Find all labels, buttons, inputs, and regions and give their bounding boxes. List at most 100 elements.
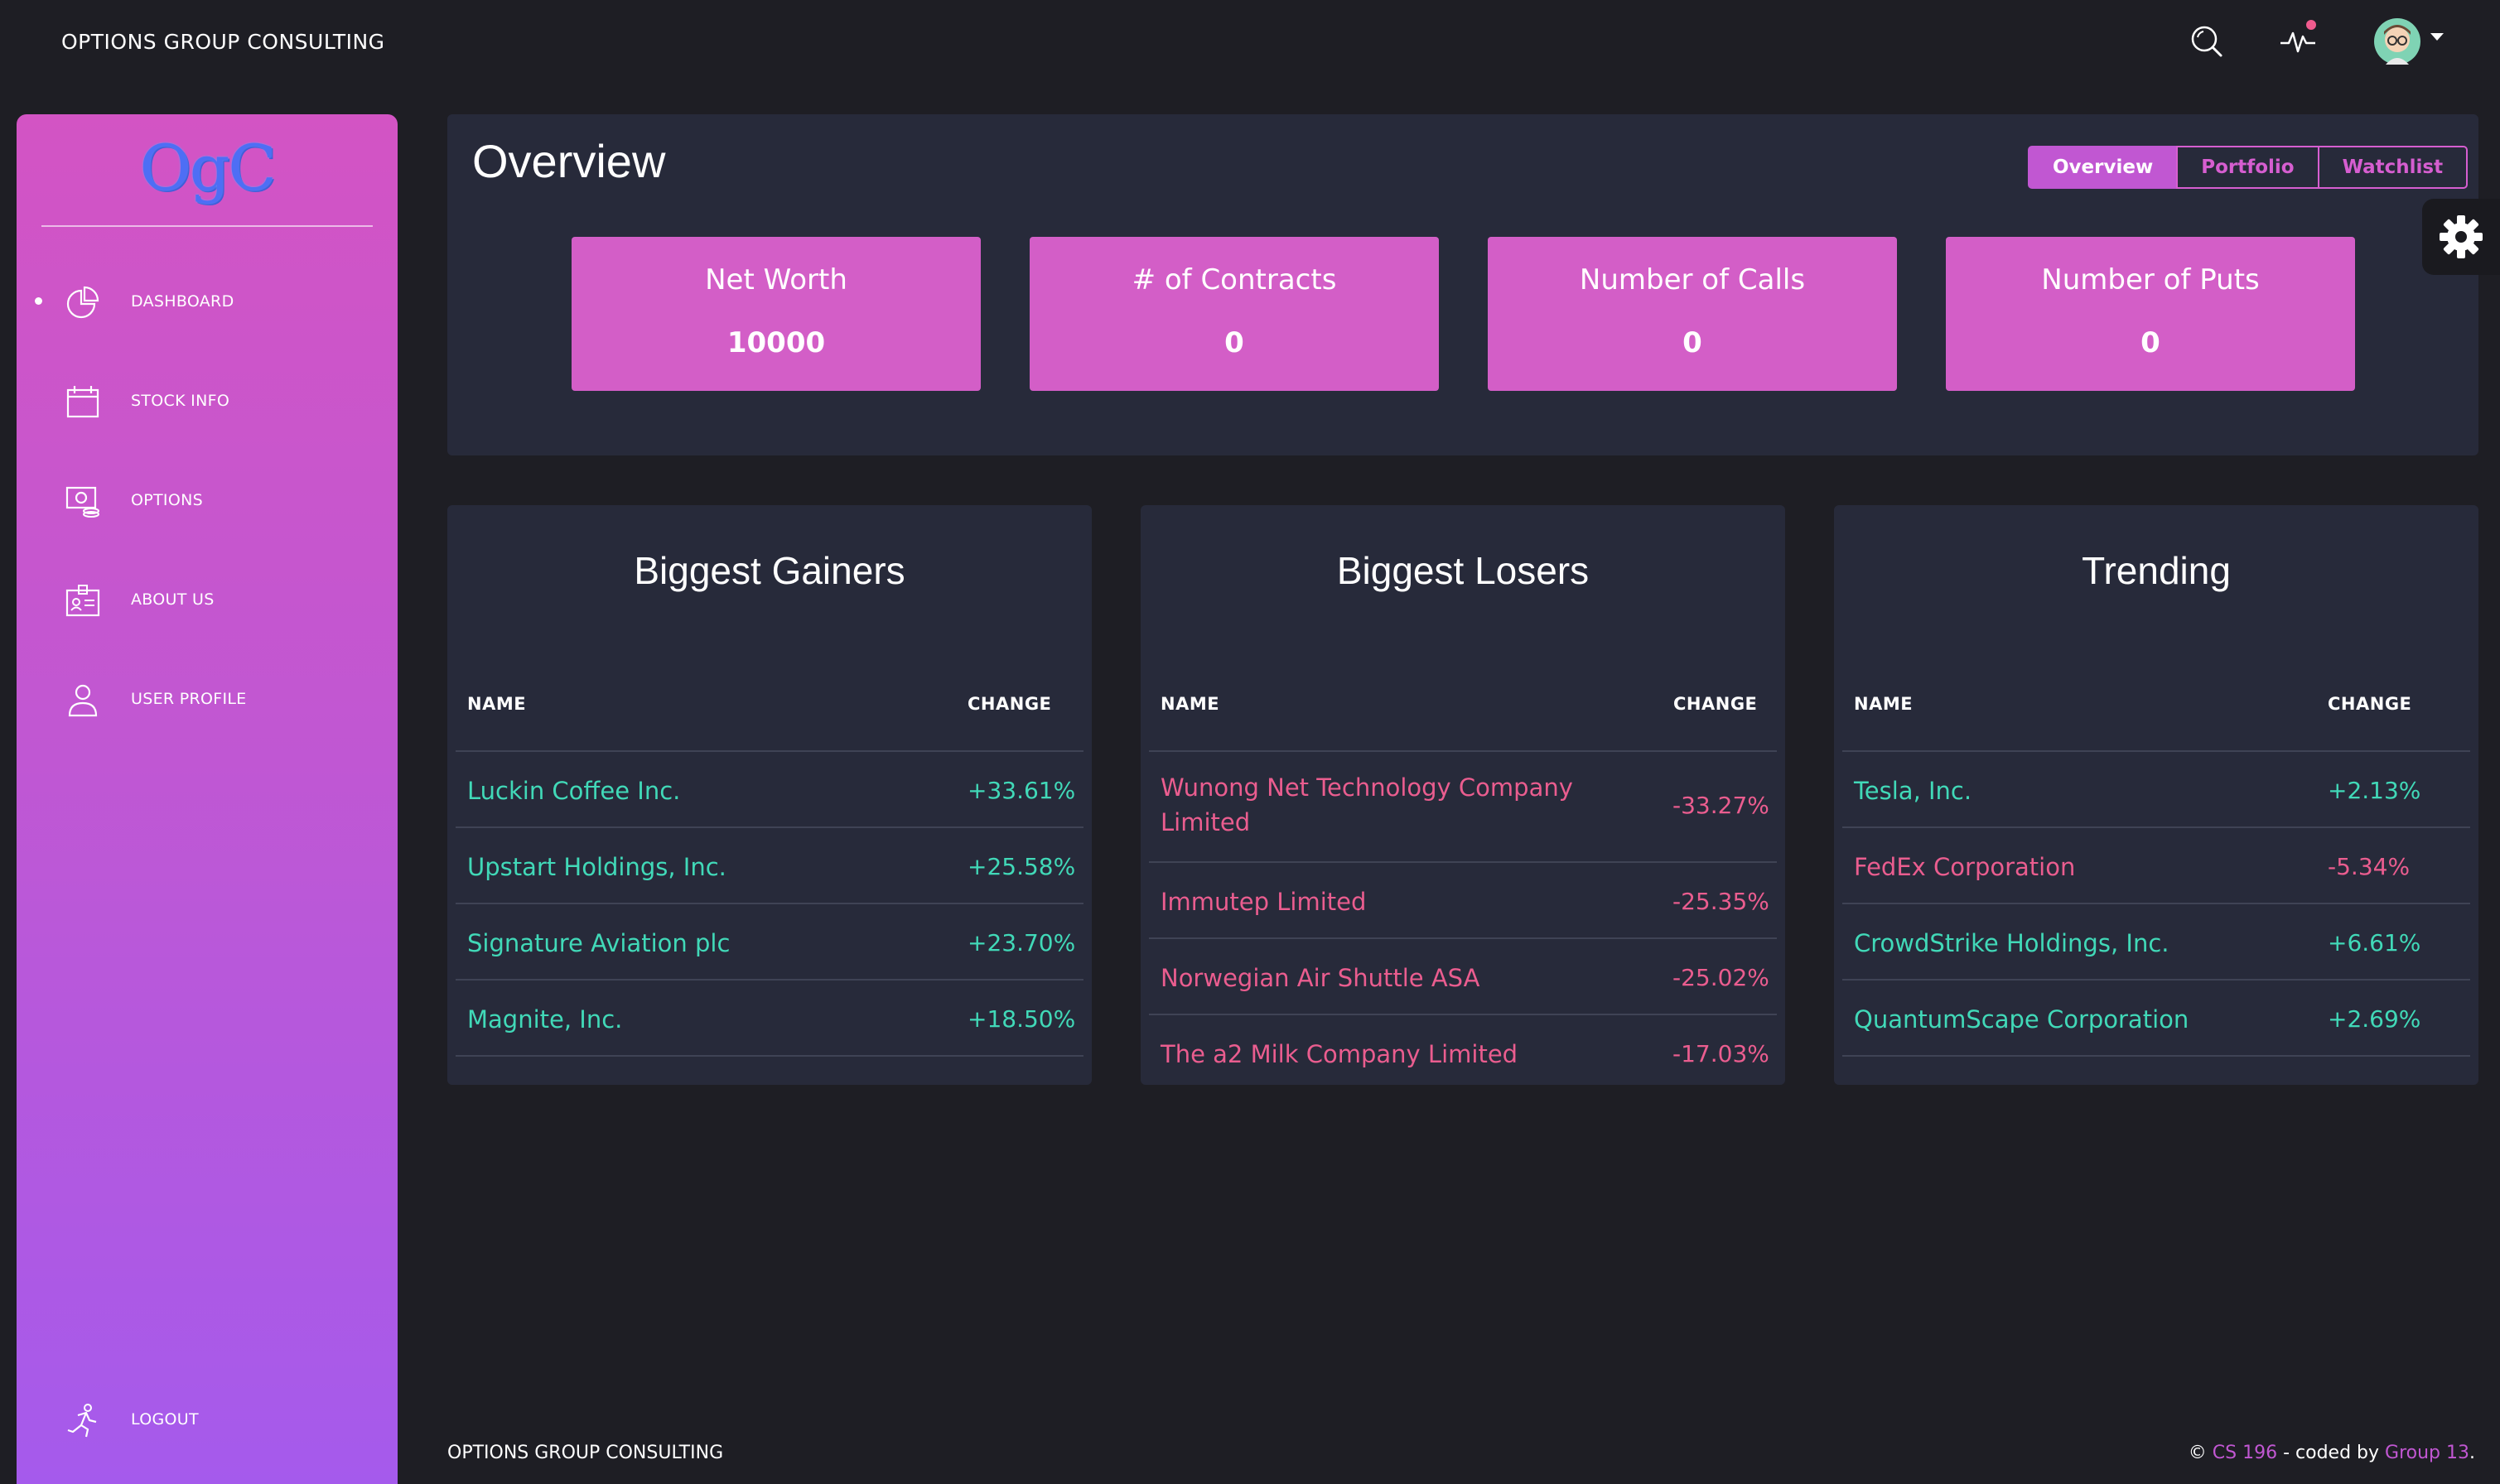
stock-name[interactable]: Upstart Holdings, Inc.: [467, 850, 726, 884]
table-row[interactable]: Immutep Limited -25.35%: [1149, 863, 1777, 939]
stock-change: -25.02%: [1672, 964, 1769, 991]
column-header-name: NAME: [467, 694, 527, 714]
sidebar-item-user-profile[interactable]: USER PROFILE: [17, 669, 398, 727]
stat-title: Number of Calls: [1579, 263, 1806, 296]
stat-value: 0: [1224, 326, 1244, 359]
stock-change: +18.50%: [968, 1005, 1076, 1033]
column-header-change: CHANGE: [2328, 694, 2412, 714]
tab-overview[interactable]: Overview: [2028, 146, 2179, 189]
table-row[interactable]: Norwegian Air Shuttle ASA -25.02%: [1149, 939, 1777, 1015]
logout-label: LOGOUT: [131, 1410, 199, 1429]
stock-change: -17.03%: [1672, 1040, 1769, 1067]
table-row[interactable]: Signature Aviation plc +23.70%: [456, 904, 1083, 980]
stock-name[interactable]: Luckin Coffee Inc.: [467, 773, 680, 808]
stock-change: +2.69%: [2328, 1005, 2421, 1033]
table-row[interactable]: Wunong Net Technology Company Limited -3…: [1149, 752, 1777, 863]
active-indicator: [35, 297, 42, 305]
sidebar-item-label: USER PROFILE: [131, 690, 247, 708]
stock-name[interactable]: The a2 Milk Company Limited: [1161, 1037, 1518, 1072]
table-row[interactable]: Tesla, Inc. +2.13%: [1842, 752, 2470, 828]
stat-card-calls: Number of Calls 0: [1488, 237, 1897, 391]
stock-change: +33.61%: [968, 777, 1076, 804]
stock-name[interactable]: Signature Aviation plc: [467, 926, 730, 961]
tab-watchlist[interactable]: Watchlist: [2317, 146, 2469, 189]
stock-name[interactable]: Wunong Net Technology Company Limited: [1161, 770, 1573, 840]
table-row[interactable]: QuantumScape Corporation +2.69%: [1842, 980, 2470, 1057]
chevron-down-icon[interactable]: [2430, 33, 2444, 41]
running-icon: [67, 1404, 97, 1438]
card-title: Biggest Gainers: [634, 549, 905, 592]
avatar-icon: [2374, 18, 2420, 65]
user-icon: [68, 684, 98, 717]
table-row[interactable]: Luckin Coffee Inc. +33.61%: [456, 752, 1083, 828]
sidebar-item-label: STOCK INFO: [131, 392, 230, 410]
footer-credits: © CS 196 - coded by Group 13.: [2189, 1443, 2475, 1463]
stock-name[interactable]: Magnite, Inc.: [467, 1002, 622, 1037]
stock-change: -33.27%: [1672, 792, 1769, 819]
table-row[interactable]: The a2 Milk Company Limited -17.03%: [1149, 1015, 1777, 1085]
stock-name[interactable]: Norwegian Air Shuttle ASA: [1161, 961, 1479, 995]
course-link[interactable]: CS 196: [2213, 1443, 2277, 1463]
stat-value: 10000: [726, 326, 826, 359]
card-title: Biggest Losers: [1336, 549, 1590, 592]
money-icon: [65, 486, 99, 518]
gear-icon: [2440, 215, 2483, 258]
app-logo[interactable]: OgC: [17, 131, 398, 205]
table-row[interactable]: Magnite, Inc. +18.50%: [456, 980, 1083, 1057]
sidebar-item-options[interactable]: OPTIONS: [17, 470, 398, 528]
card-title: Trending: [2082, 549, 2231, 592]
tab-portfolio[interactable]: Portfolio: [2176, 146, 2319, 189]
activity-icon[interactable]: [2273, 17, 2323, 66]
overview-panel: Overview Overview Portfolio Watchlist Ne…: [447, 114, 2478, 455]
sidebar-item-stock-info[interactable]: STOCK INFO: [17, 371, 398, 429]
stock-name[interactable]: FedEx Corporation: [1854, 850, 2075, 884]
column-header-change: CHANGE: [1673, 694, 1758, 714]
stock-name[interactable]: CrowdStrike Holdings, Inc.: [1854, 926, 2169, 961]
navbar-brand[interactable]: OPTIONS GROUP CONSULTING: [61, 30, 385, 54]
page-title: Overview: [472, 135, 666, 187]
stock-change: +6.61%: [2328, 929, 2421, 956]
stock-change: +23.70%: [968, 929, 1076, 956]
biggest-gainers-card: Biggest Gainers NAME CHANGE Luckin Coffe…: [447, 505, 1092, 1085]
sidebar-item-about-us[interactable]: ABOUT US: [17, 570, 398, 628]
id-card-icon: [65, 585, 100, 617]
avatar[interactable]: [2372, 17, 2422, 66]
coded-by-text: - coded by: [2277, 1443, 2386, 1463]
stock-name-line: Wunong Net Technology Company: [1161, 773, 1573, 802]
stock-name[interactable]: QuantumScape Corporation: [1854, 1002, 2189, 1037]
table-row[interactable]: CrowdStrike Holdings, Inc. +6.61%: [1842, 904, 2470, 980]
footer-period: .: [2469, 1443, 2475, 1463]
sidebar-item-label: ABOUT US: [131, 590, 215, 609]
stock-change: +25.58%: [968, 853, 1076, 880]
stock-name[interactable]: Tesla, Inc.: [1854, 773, 1972, 808]
stock-change: -25.35%: [1672, 888, 1769, 915]
view-tabs: Overview Portfolio Watchlist: [2028, 146, 2469, 189]
footer-brand[interactable]: OPTIONS GROUP CONSULTING: [447, 1443, 723, 1463]
stock-name[interactable]: Immutep Limited: [1161, 884, 1366, 919]
logout-button[interactable]: LOGOUT: [17, 1390, 398, 1448]
stock-change: -5.34%: [2328, 853, 2411, 880]
stat-value: 0: [1682, 326, 1702, 359]
biggest-losers-card: Biggest Losers NAME CHANGE Wunong Net Te…: [1141, 505, 1785, 1085]
calendar-icon: [66, 386, 99, 418]
search-icon[interactable]: [2182, 17, 2232, 66]
sidebar-item-label: OPTIONS: [131, 491, 203, 509]
stat-value: 0: [2140, 326, 2160, 359]
column-header-change: CHANGE: [968, 694, 1052, 714]
group-link[interactable]: Group 13: [2385, 1443, 2469, 1463]
column-header-name: NAME: [1854, 694, 1914, 714]
stat-card-net-worth: Net Worth 10000: [572, 237, 981, 391]
notification-dot: [2306, 20, 2316, 30]
stock-change: +2.13%: [2328, 777, 2421, 804]
stock-name-line: Limited: [1161, 808, 1251, 836]
column-header-name: NAME: [1161, 694, 1220, 714]
sidebar: OgC DASHBOARD STOCK INFO OPTIONS ABOUT U…: [17, 114, 398, 1484]
sidebar-item-label: DASHBOARD: [131, 292, 234, 311]
sidebar-item-dashboard[interactable]: DASHBOARD: [17, 272, 398, 330]
table-row[interactable]: Upstart Holdings, Inc. +25.58%: [456, 828, 1083, 904]
stat-card-puts: Number of Puts 0: [1946, 237, 2355, 391]
trending-card: Trending NAME CHANGE Tesla, Inc. +2.13% …: [1834, 505, 2478, 1085]
pie-chart-icon: [66, 286, 99, 319]
table-row[interactable]: FedEx Corporation -5.34%: [1842, 828, 2470, 904]
settings-button[interactable]: [2422, 199, 2500, 275]
